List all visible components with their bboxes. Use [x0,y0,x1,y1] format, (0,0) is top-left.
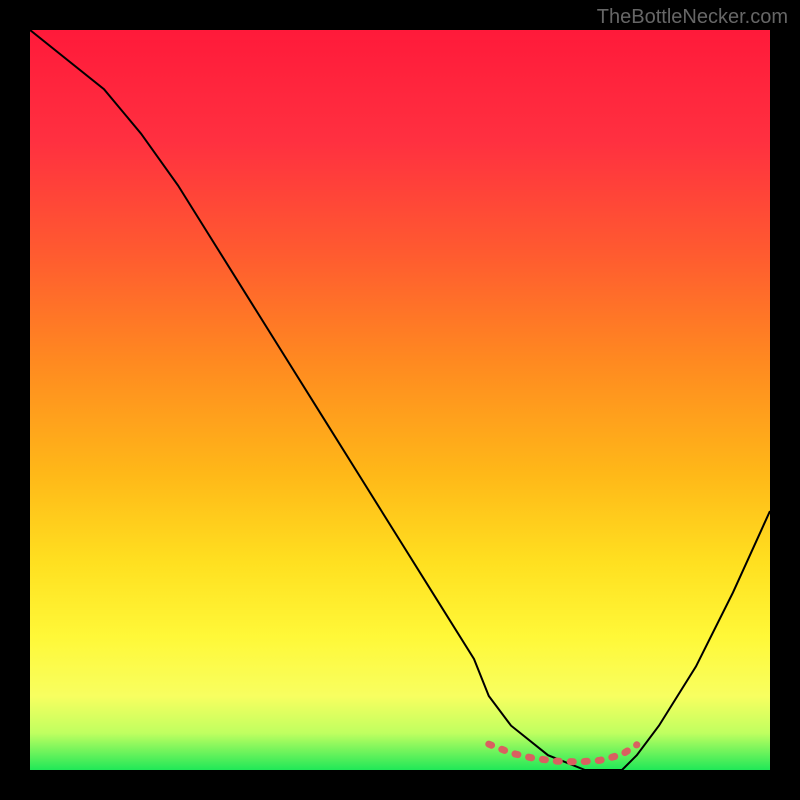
chart-container [30,30,770,770]
watermark-text: TheBottleNecker.com [597,6,788,29]
curve-layer [30,30,770,770]
bottleneck-curve [30,30,770,770]
optimal-range-marker [489,744,637,762]
